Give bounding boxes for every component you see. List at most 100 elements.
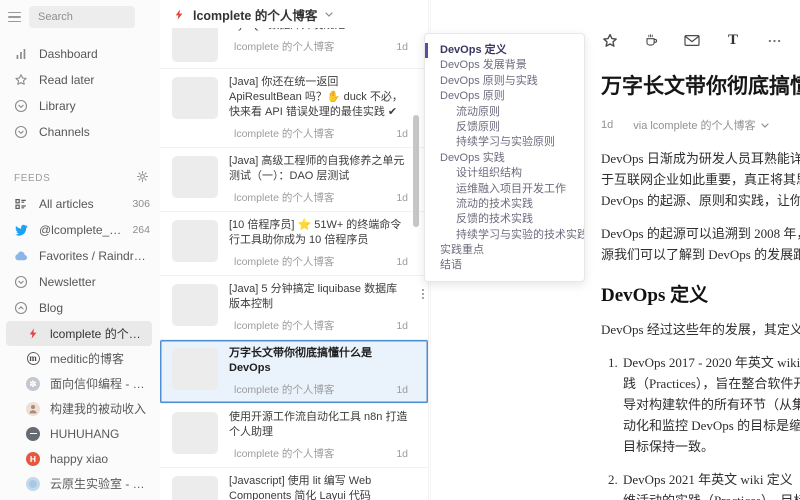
sidebar-nav: Dashboard Read later Library Channels — [0, 41, 160, 145]
sidebar-feed-newsletter[interactable]: Newsletter — [0, 269, 160, 295]
toc-item-devops[interactable]: DevOps 原则与实践 — [425, 74, 584, 89]
feed-favicon — [26, 427, 40, 441]
sidebar-blog-artic[interactable]: ✽ 面向信仰编程 - Artic… — [6, 371, 152, 396]
feed-favicon: m — [26, 352, 40, 366]
toc-item-item[interactable]: 运维融入项目开发工作 — [425, 182, 584, 197]
toc-item-item[interactable]: 实践重点 — [425, 243, 584, 258]
feed-favicon: ✽ — [26, 377, 40, 391]
nav-label: Channels — [39, 125, 150, 139]
toc-popup: DevOps 定义DevOps 发展背景DevOps 原则与实践DevOps 原… — [424, 33, 585, 282]
article-item-age: 1d — [396, 128, 408, 140]
toc-item-devops[interactable]: DevOps 发展背景 — [425, 58, 584, 73]
typography-icon[interactable]: T — [724, 32, 742, 49]
article-list-item[interactable]: [Java] 5 分钟搞定 liquibase 数据库版本控制 lcomplet… — [160, 276, 428, 340]
star-icon[interactable] — [601, 32, 619, 49]
article-source-link[interactable]: via lcomplete 的个人博客 — [633, 117, 755, 133]
more-icon[interactable] — [765, 32, 783, 49]
article-list-item[interactable]: [10 倍程序员] ⭐ 51W+ 的终端命令行工具助你成为 10 倍程序员 lc… — [160, 212, 428, 276]
sidebar-blog-item[interactable]: 构建我的被动收入 — [6, 396, 152, 421]
article-line: 动化和监控 DevOps 的目标是缩短开发周 — [623, 415, 800, 436]
article-thumbnail — [172, 77, 218, 119]
article-list-item[interactable]: [Java] 你还在统一返回 ApiResultBean 吗？✋ duck 不必… — [160, 69, 428, 148]
article-line: DevOps 的起源可以追溯到 2008 年，在一次 — [601, 223, 800, 244]
toc-item-devops[interactable]: DevOps 实践 — [425, 151, 584, 166]
article-item-title: 使用开源工作流自动化工具 n8n 打造个人助理 — [229, 410, 408, 440]
feed-favicon: H — [26, 452, 40, 466]
article-list-item[interactable]: 万字长文带你彻底搞懂什么是 DevOps lcomplete 的个人博客 1d — [160, 340, 428, 404]
article-line: DevOps 日渐成为研发人员耳熟能详的一个组 — [601, 148, 800, 169]
feed-label: @lcomplete_wild (Twitt… — [39, 223, 126, 237]
article-item-title: [Java] 5 分钟搞定 liquibase 数据库版本控制 — [229, 282, 408, 312]
article-list-item[interactable]: [Java] 高级工程师的自我修养之单元测试（一）：DAO 层测试 lcompl… — [160, 148, 428, 212]
list-number: 1. — [608, 352, 618, 373]
read-later-icon — [14, 73, 28, 87]
article-paragraph: DevOps 的起源可以追溯到 2008 年，在一次源我们可以了解到 DevOp… — [601, 223, 800, 265]
article-body: DevOps 日渐成为研发人员耳熟能详的一个组于互联网企业如此重要，真正将其思考… — [601, 148, 800, 500]
article-line: DevOps 2017 - 2020 年英文 wiki 定义 — [623, 352, 800, 373]
feed-label: 云原生实验室 - Kube… — [50, 475, 152, 492]
article-item-source: lcomplete 的个人博客 — [234, 446, 385, 461]
toc-item-item[interactable]: 设计组织结构 — [425, 166, 584, 181]
sidebar-blog-meditic[interactable]: m meditic的博客 — [6, 346, 152, 371]
menu-icon[interactable] — [8, 12, 21, 23]
list-scrollbar[interactable] — [413, 115, 419, 227]
chevron-down-icon[interactable] — [761, 119, 769, 131]
sidebar-blog-kube[interactable]: 云原生实验室 - Kube… — [6, 471, 152, 496]
feed-label: lcomplete 的个人博客 — [50, 325, 152, 342]
sidebar-item-read-later[interactable]: Read later — [0, 67, 160, 93]
feeds-list: All articles 306 @lcomplete_wild (Twitt…… — [0, 191, 160, 321]
article-line: DevOps 2021 年英文 wiki 定义（直译） — [623, 469, 800, 490]
article-content: T 万字长文带你彻底搞懂什么是 DevOps 1d via lcomplete … — [601, 0, 800, 500]
feed-label: 面向信仰编程 - Artic… — [50, 375, 152, 392]
sidebar-blog-lcomplete[interactable]: lcomplete 的个人博客 — [6, 321, 152, 346]
sidebar-item-channels[interactable]: Channels — [0, 119, 160, 145]
sidebar-blog-huhuhang[interactable]: HUHUHANG — [6, 421, 152, 446]
article-list-item[interactable]: MySQL 数据库开发规范 lcomplete 的个人博客 1d — [160, 28, 428, 69]
toc-item-devops[interactable]: DevOps 原则 — [425, 89, 584, 104]
article-list-entry: 1.DevOps 2017 - 2020 年英文 wiki 定义践（Practi… — [601, 352, 800, 457]
article-item-source: lcomplete 的个人博客 — [234, 39, 385, 54]
gear-icon[interactable] — [136, 170, 149, 186]
article-line: 目标保持一致。 — [623, 436, 800, 457]
article-list-item[interactable]: [Javascript] 使用 lit 编写 Web Components 简化… — [160, 468, 428, 500]
article-item-title: MySQL 数据库开发规范 — [229, 28, 408, 33]
toc-item-item[interactable]: 持续学习与实验原则 — [425, 135, 584, 150]
unread-count: 306 — [132, 198, 150, 210]
column-resize-handle[interactable] — [422, 289, 424, 299]
article-line: 源我们可以了解到 DevOps 的发展跟敏捷软件 — [601, 244, 800, 265]
sidebar-feed-blog[interactable]: Blog — [0, 295, 160, 321]
sidebar-topbar — [0, 5, 160, 29]
feed-favicon — [26, 477, 40, 491]
sidebar-item-library[interactable]: Library — [0, 93, 160, 119]
cup-icon[interactable] — [642, 32, 660, 49]
feed-label: happy xiao — [50, 452, 152, 466]
toc-item-devops[interactable]: DevOps 定义 — [425, 43, 584, 58]
sidebar-item-dashboard[interactable]: Dashboard — [0, 41, 160, 67]
toc-item-item[interactable]: 持续学习与实验的技术实践 — [425, 228, 584, 243]
sidebar-blog-mactalk[interactable]: / MacTalk-池建强的思… — [6, 496, 152, 500]
search-input[interactable] — [29, 6, 135, 28]
toc-item-item[interactable]: 反馈原则 — [425, 120, 584, 135]
channels-icon — [14, 125, 28, 139]
mail-icon[interactable] — [683, 32, 701, 49]
feed-header-title: lcomplete 的个人博客 — [193, 5, 317, 24]
sidebar-feed-favorites-raindrop-io[interactable]: Favorites / Raindrop.io — [0, 243, 160, 269]
feed-header[interactable]: lcomplete 的个人博客 — [160, 0, 428, 28]
sidebar-blog-happy-xiao[interactable]: H happy xiao — [6, 446, 152, 471]
article-item-title: [10 倍程序员] ⭐ 51W+ 的终端命令行工具助你成为 10 倍程序员 — [229, 218, 408, 248]
toc-item-item[interactable]: 反馈的技术实践 — [425, 212, 584, 227]
nav-label: Library — [39, 99, 150, 113]
toc-item-item[interactable]: 结语 — [425, 258, 584, 273]
feed-label: All articles — [39, 197, 126, 211]
toc-item-item[interactable]: 流动原则 — [425, 105, 584, 120]
article-paragraph: DevOps 日渐成为研发人员耳熟能详的一个组于互联网企业如此重要，真正将其思考… — [601, 148, 800, 211]
feeds-section-header: FEEDS — [0, 169, 160, 187]
sidebar: Dashboard Read later Library Channels FE… — [0, 0, 160, 500]
article-paragraph: DevOps 经过这些年的发展，其定义也在不断 — [601, 319, 800, 340]
dashboard-icon — [14, 47, 28, 61]
article-list-item[interactable]: 使用开源工作流自动化工具 n8n 打造个人助理 lcomplete 的个人博客 … — [160, 404, 428, 468]
sidebar-feed-lcomplete-wild-twitt[interactable]: @lcomplete_wild (Twitt… 264 — [0, 217, 160, 243]
feed-label: Newsletter — [39, 275, 150, 289]
sidebar-feed-all-articles[interactable]: All articles 306 — [0, 191, 160, 217]
toc-item-item[interactable]: 流动的技术实践 — [425, 197, 584, 212]
